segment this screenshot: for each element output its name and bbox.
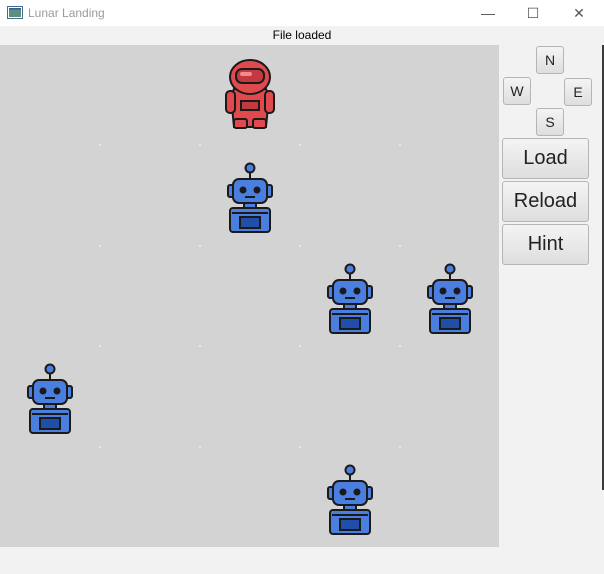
grid-dot [299,445,301,448]
grid-dot [199,345,201,348]
grid-dot [99,144,101,147]
robot-icon[interactable] [322,260,378,336]
minimize-button[interactable]: — [465,0,511,26]
grid-dot [99,445,101,448]
grid-dot [99,345,101,348]
close-button[interactable]: ✕ [556,0,602,26]
game-board[interactable] [0,45,499,547]
grid-dot [199,144,201,147]
north-button[interactable]: N [536,46,564,74]
close-icon: ✕ [573,4,585,21]
reload-button[interactable]: Reload [502,181,589,222]
west-button[interactable]: W [503,77,531,105]
title-bar: Lunar Landing — ☐ ✕ [0,0,604,26]
grid-dot [99,244,101,247]
grid-dot [399,244,401,247]
load-button[interactable]: Load [502,138,589,179]
grid-dot [399,445,401,448]
astronaut-icon[interactable] [222,57,278,133]
maximize-button[interactable]: ☐ [510,0,556,26]
robot-icon[interactable] [22,360,78,436]
minimize-icon: — [481,5,495,21]
grid-dot [299,345,301,348]
status-label: File loaded [272,28,332,42]
robot-icon[interactable] [322,461,378,537]
grid-dot [199,244,201,247]
east-button[interactable]: E [564,78,592,106]
robot-icon[interactable] [222,159,278,235]
grid-dot [199,445,201,448]
robot-icon[interactable] [422,260,478,336]
hint-button[interactable]: Hint [502,224,589,265]
grid-dot [399,144,401,147]
south-button[interactable]: S [536,108,564,136]
grid-dot [299,244,301,247]
maximize-icon: ☐ [526,4,540,21]
grid-dot [399,345,401,348]
window-title: Lunar Landing [28,6,105,20]
grid-dot [299,144,301,147]
app-icon [7,6,23,19]
